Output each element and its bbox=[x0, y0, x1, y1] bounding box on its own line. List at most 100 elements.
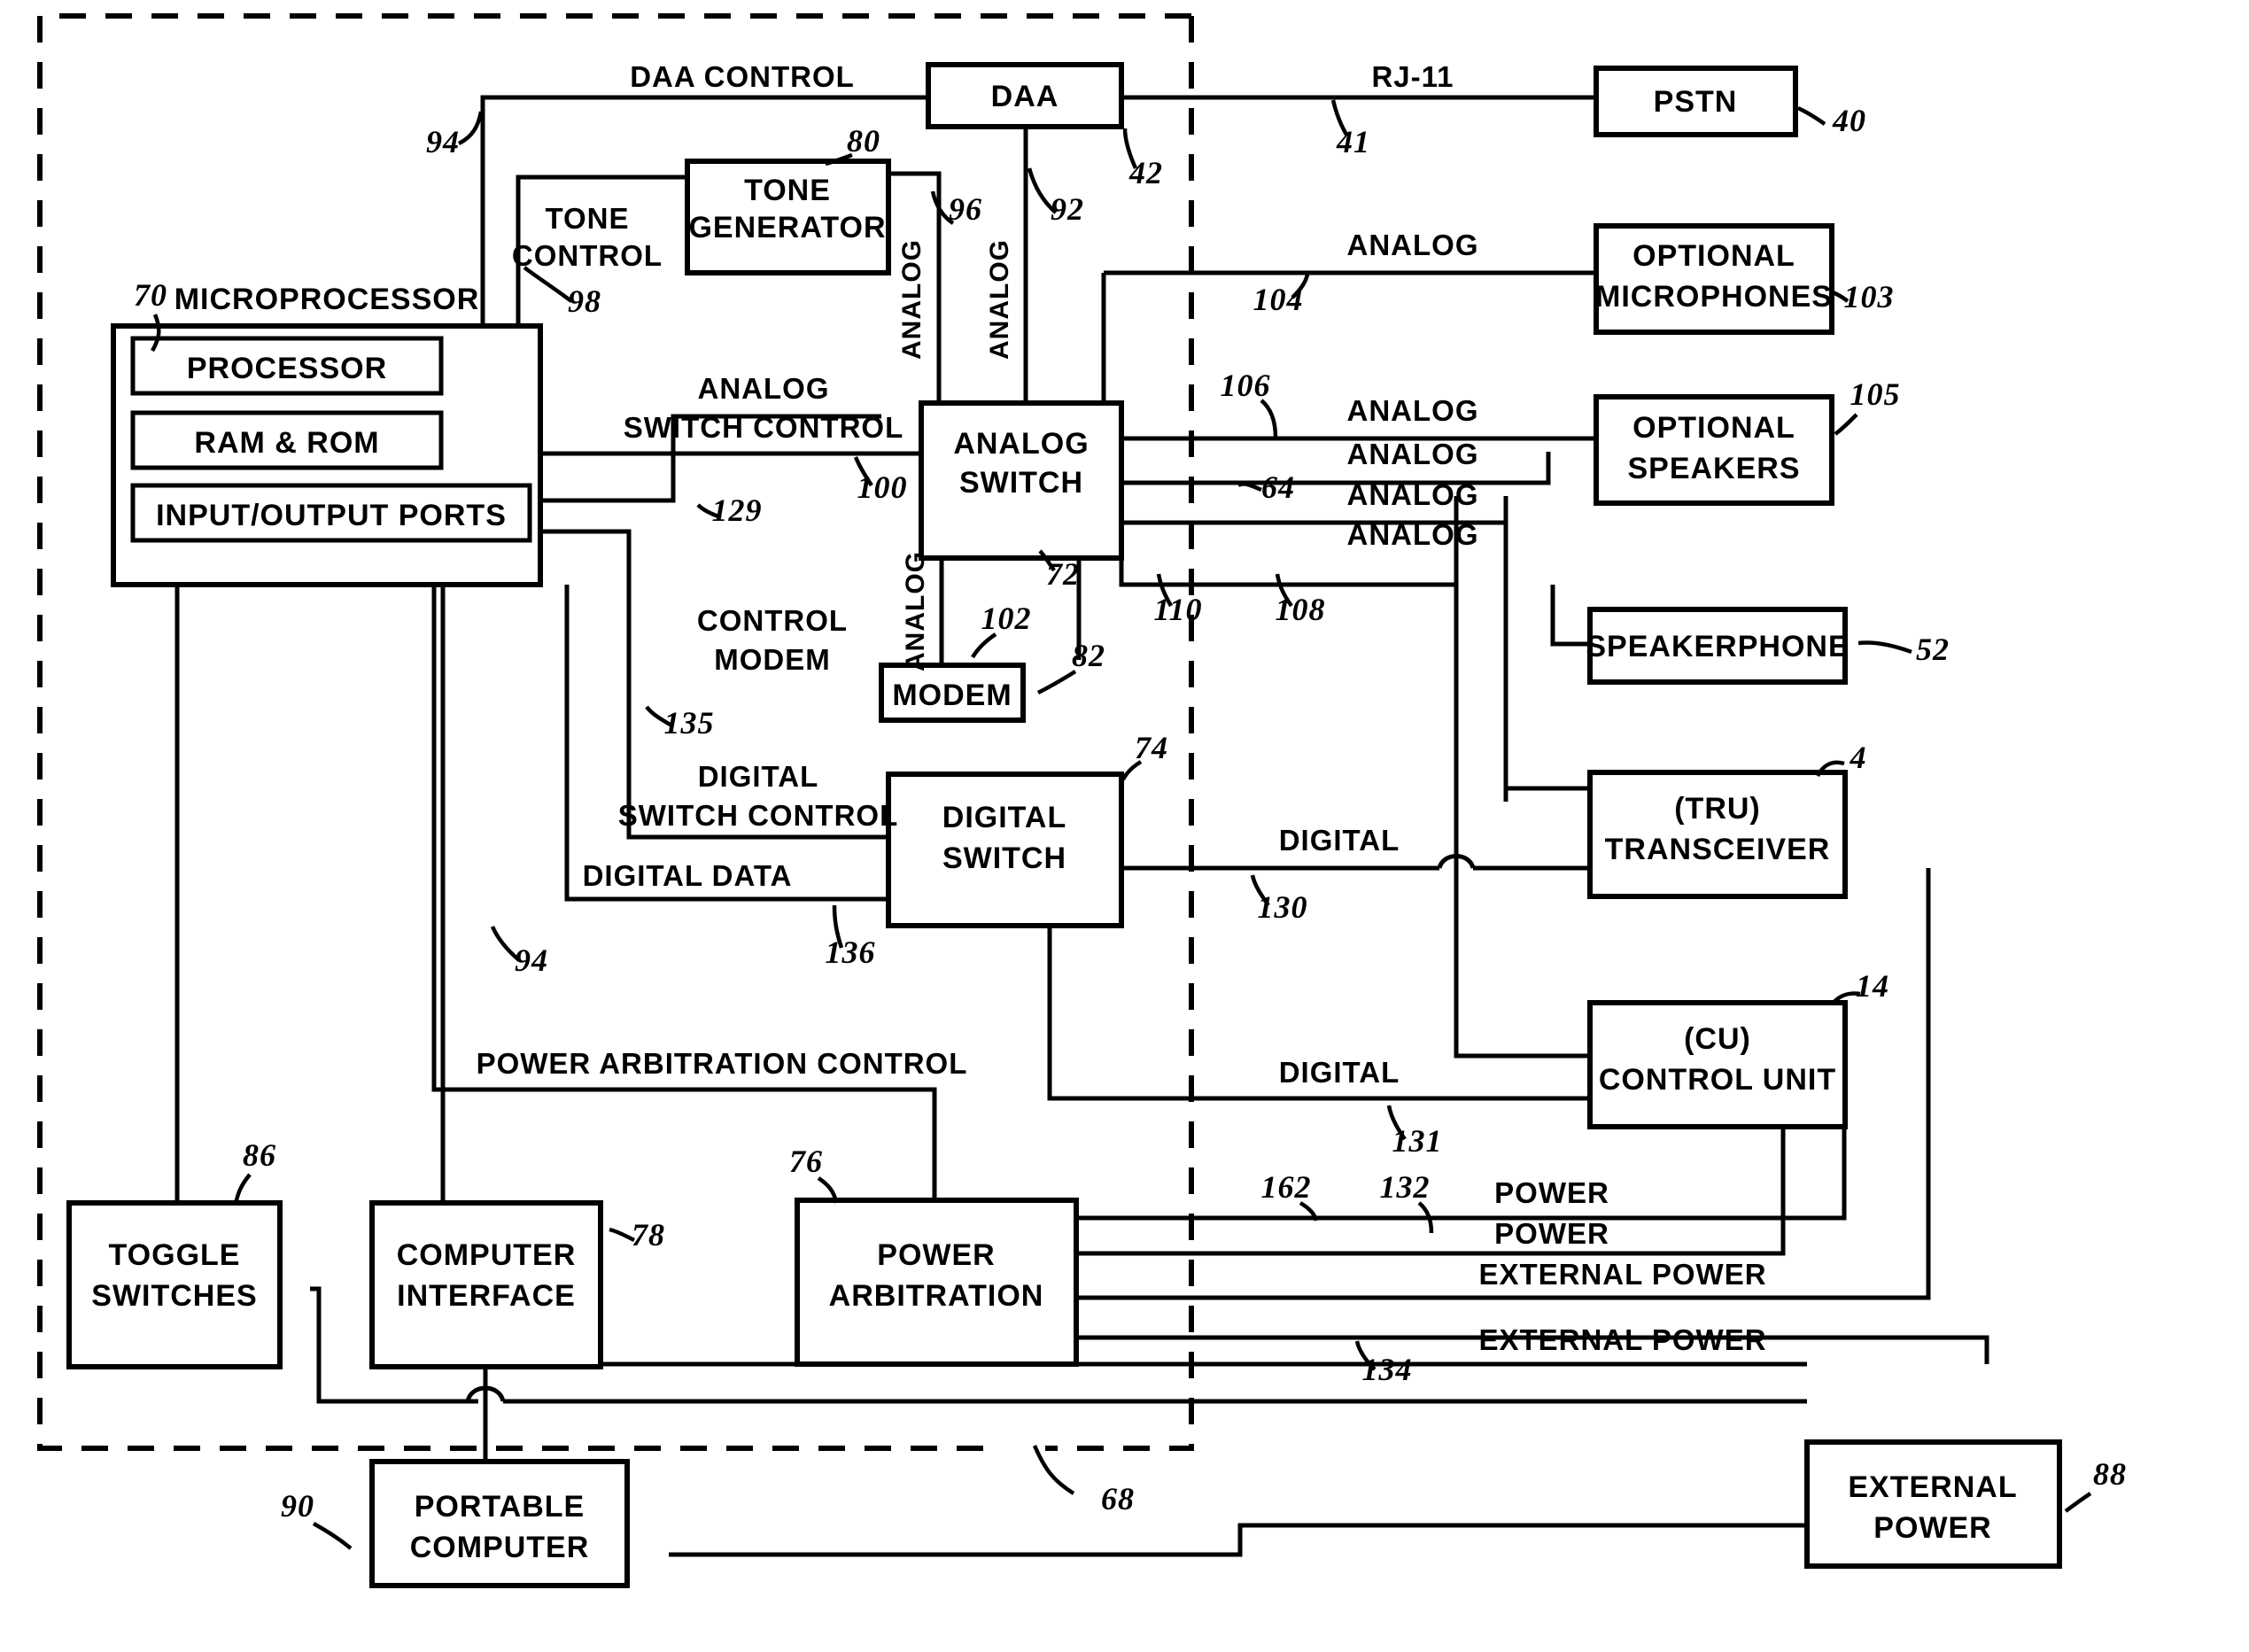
label-computer-interface-2: INTERFACE bbox=[397, 1279, 576, 1313]
signal-tone-control-2: CONTROL bbox=[512, 239, 663, 272]
label-computer-interface-1: COMPUTER bbox=[397, 1238, 577, 1272]
signal-analog-96: ANALOG bbox=[897, 239, 927, 360]
label-input-output-ports: INPUT/OUTPUT PORTS bbox=[156, 499, 507, 532]
label-processor: PROCESSOR bbox=[187, 352, 387, 385]
label-cu-1: (CU) bbox=[1684, 1022, 1751, 1056]
signal-control-modem-2: MODEM bbox=[714, 643, 831, 676]
signal-analog-104: ANALOG bbox=[1347, 229, 1479, 261]
ref-134: 134 bbox=[1362, 1352, 1413, 1387]
ref-102: 102 bbox=[981, 601, 1032, 636]
label-analog-switch-1: ANALOG bbox=[953, 427, 1089, 461]
ref-135: 135 bbox=[664, 705, 715, 741]
ref-94-upper: 94 bbox=[426, 124, 460, 159]
signal-daa-control: DAA CONTROL bbox=[630, 60, 855, 93]
ref-103: 103 bbox=[1844, 279, 1895, 314]
label-cu-2: CONTROL UNIT bbox=[1599, 1063, 1836, 1097]
signal-digital-switch-control-1: DIGITAL bbox=[698, 760, 819, 793]
patent-figure: MICROPROCESSOR PROCESSOR RAM & ROM INPUT… bbox=[0, 0, 2249, 1652]
wire-speakers-analog bbox=[1121, 452, 1551, 485]
label-modem: MODEM bbox=[892, 679, 1012, 712]
signal-analog-92: ANALOG bbox=[985, 239, 1014, 360]
signal-analog-106: ANALOG bbox=[1347, 394, 1479, 427]
wire-analog-to-cu bbox=[1454, 496, 1590, 1059]
ref-130: 130 bbox=[1258, 889, 1308, 925]
signal-tone-control-1: TONE bbox=[545, 202, 629, 235]
label-power-arbitration-1: POWER bbox=[877, 1238, 995, 1272]
signal-analog-switch-control-1: ANALOG bbox=[698, 372, 830, 405]
label-tone-generator-1: TONE bbox=[744, 174, 831, 207]
label-daa: DAA bbox=[991, 80, 1059, 113]
ref-92: 92 bbox=[1051, 191, 1084, 227]
ref-68: 68 bbox=[1101, 1481, 1135, 1516]
label-tru-2: TRANSCEIVER bbox=[1605, 833, 1831, 866]
label-optional-speakers-1: OPTIONAL bbox=[1632, 411, 1795, 445]
ref-40: 40 bbox=[1832, 103, 1866, 138]
ref-4: 4 bbox=[1850, 740, 1867, 775]
label-digital-switch-1: DIGITAL bbox=[942, 801, 1066, 834]
label-external-power-2: POWER bbox=[1873, 1511, 1991, 1545]
signal-external-power-row: EXTERNAL POWER bbox=[1478, 1258, 1766, 1291]
signal-control-modem-1: CONTROL bbox=[697, 604, 848, 637]
label-digital-switch-2: SWITCH bbox=[942, 842, 1066, 875]
label-toggle-switches-1: TOGGLE bbox=[109, 1238, 241, 1272]
label-optional-microphones-2: MICROPHONES bbox=[1595, 280, 1833, 314]
ref-86: 86 bbox=[243, 1137, 276, 1173]
signal-analog-speakers: ANALOG bbox=[1347, 438, 1479, 470]
signal-power-162: POWER bbox=[1494, 1176, 1609, 1209]
signal-digital-130: DIGITAL bbox=[1279, 824, 1400, 857]
ref-105: 105 bbox=[1850, 376, 1901, 412]
label-pstn: PSTN bbox=[1654, 85, 1738, 119]
label-optional-speakers-2: SPEAKERS bbox=[1627, 452, 1800, 485]
signal-analog-108: ANALOG bbox=[1347, 518, 1479, 551]
ref-52: 52 bbox=[1916, 632, 1950, 667]
signal-power-arbitration-control: POWER ARBITRATION CONTROL bbox=[477, 1047, 968, 1080]
signal-rj11: RJ-11 bbox=[1371, 60, 1454, 93]
ref-41: 41 bbox=[1336, 124, 1370, 159]
ref-88: 88 bbox=[2093, 1456, 2127, 1492]
ref-108: 108 bbox=[1276, 592, 1326, 627]
block-portable-computer bbox=[369, 1459, 630, 1588]
wire-portable-to-ext bbox=[669, 1523, 1807, 1557]
label-toggle-switches-2: SWITCHES bbox=[91, 1279, 257, 1313]
ref-98: 98 bbox=[568, 283, 601, 319]
label-external-power-1: EXTERNAL bbox=[1848, 1470, 2017, 1504]
wire-power-arbitration-control bbox=[431, 585, 937, 1200]
ref-132: 132 bbox=[1380, 1169, 1431, 1205]
signal-external-power-bottom: EXTERNAL POWER bbox=[1478, 1323, 1766, 1356]
ref-72: 72 bbox=[1046, 556, 1080, 592]
wire-108-analog bbox=[1119, 558, 1456, 587]
label-analog-switch-2: SWITCH bbox=[959, 466, 1083, 500]
label-portable-computer-1: PORTABLE bbox=[415, 1490, 585, 1524]
ref-76: 76 bbox=[789, 1144, 823, 1179]
signal-power-132: POWER bbox=[1494, 1217, 1609, 1250]
ref-94-lower: 94 bbox=[515, 942, 548, 978]
label-power-arbitration-2: ARBITRATION bbox=[829, 1279, 1044, 1313]
label-optional-microphones-1: OPTIONAL bbox=[1632, 239, 1795, 273]
leader-68 bbox=[1032, 1445, 1075, 1495]
ref-110: 110 bbox=[1153, 592, 1202, 627]
signal-digital-131: DIGITAL bbox=[1279, 1056, 1400, 1089]
ref-64: 64 bbox=[1261, 469, 1295, 505]
signal-analog-64: ANALOG bbox=[1347, 478, 1479, 511]
label-tru-1: (TRU) bbox=[1674, 792, 1761, 826]
label-portable-computer-2: COMPUTER bbox=[410, 1531, 590, 1564]
label-ram-rom: RAM & ROM bbox=[194, 426, 379, 460]
ref-162: 162 bbox=[1261, 1169, 1312, 1205]
ref-70: 70 bbox=[134, 277, 167, 313]
ref-80: 80 bbox=[847, 123, 880, 159]
label-microprocessor: MICROPROCESSOR bbox=[174, 283, 480, 316]
ref-129: 129 bbox=[712, 492, 763, 528]
wire-speakerphone-feed bbox=[1550, 585, 1590, 647]
ref-74: 74 bbox=[1135, 730, 1168, 765]
ref-136: 136 bbox=[826, 935, 876, 970]
ref-82: 82 bbox=[1072, 638, 1105, 673]
label-speakerphone: SPEAKERPHONE bbox=[1586, 630, 1849, 663]
signal-analog-switch-control-2: SWITCH CONTROL bbox=[624, 411, 903, 444]
ref-78: 78 bbox=[632, 1217, 665, 1253]
ref-14: 14 bbox=[1856, 968, 1889, 1004]
block-external-power bbox=[1804, 1439, 2062, 1569]
signal-digital-data: DIGITAL DATA bbox=[583, 859, 793, 892]
signal-analog-102: ANALOG bbox=[901, 551, 930, 671]
ref-90: 90 bbox=[281, 1488, 314, 1524]
signal-digital-switch-control-2: SWITCH CONTROL bbox=[618, 799, 898, 832]
